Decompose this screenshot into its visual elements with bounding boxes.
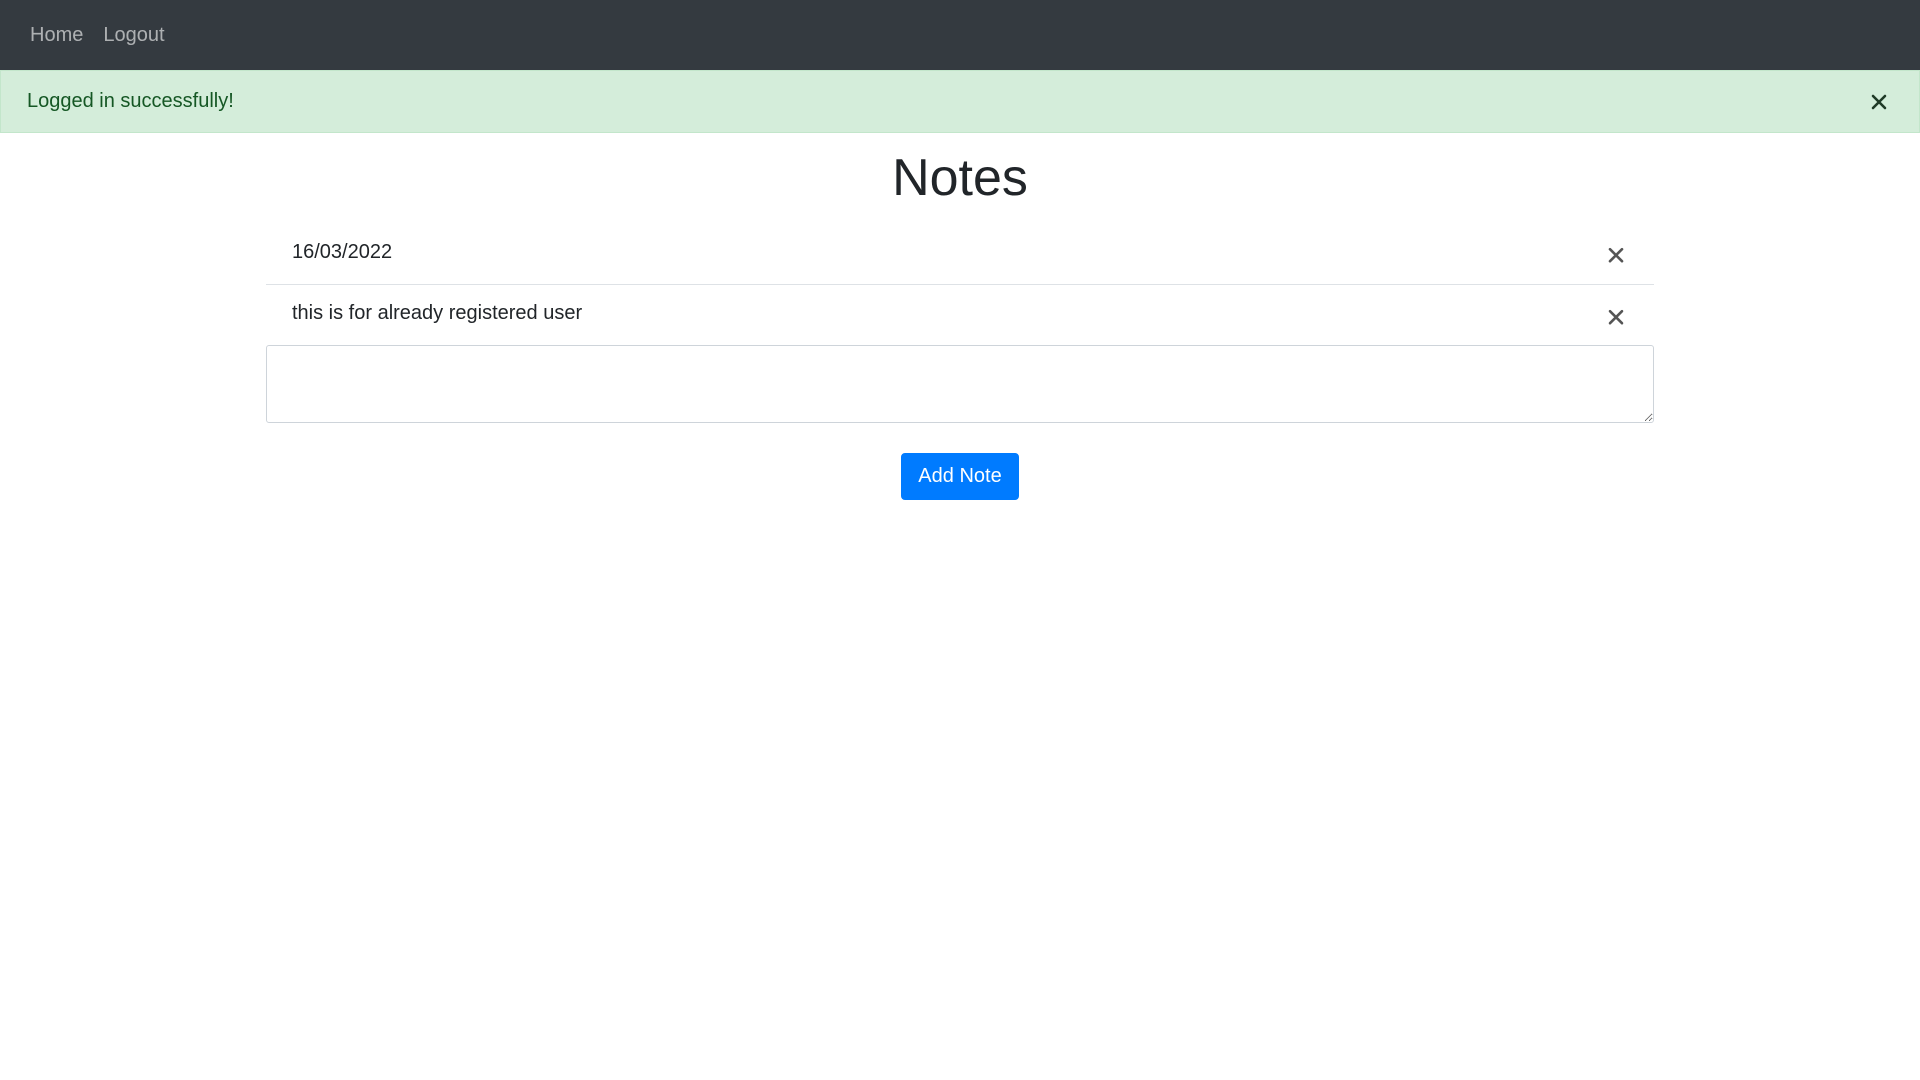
alert-close-button[interactable] [1867, 90, 1891, 114]
delete-note-button[interactable] [1604, 305, 1628, 329]
note-text: this is for already registered user [292, 302, 583, 324]
note-text: 16/03/2022 [292, 240, 393, 263]
success-alert: Logged in successfully! [0, 70, 1920, 133]
add-note-button[interactable]: Add Note [901, 453, 1019, 500]
close-icon [1608, 247, 1624, 263]
nav-link-logout[interactable]: Logout [103, 25, 164, 45]
close-icon [1608, 309, 1624, 325]
note-item: this is for already registered user [266, 285, 1654, 346]
navbar: Home Logout [0, 0, 1920, 70]
close-icon [1871, 94, 1887, 109]
delete-note-button[interactable] [1604, 243, 1628, 267]
nav-link-home[interactable]: Home [30, 25, 83, 45]
note-item: 16/03/2022 [266, 224, 1654, 285]
notes-list: 16/03/2022 this is for already registere… [266, 224, 1654, 346]
page-title: Notes [892, 149, 1028, 207]
alert-message: Logged in successfully! [27, 90, 234, 112]
note-textarea[interactable] [266, 345, 1654, 423]
